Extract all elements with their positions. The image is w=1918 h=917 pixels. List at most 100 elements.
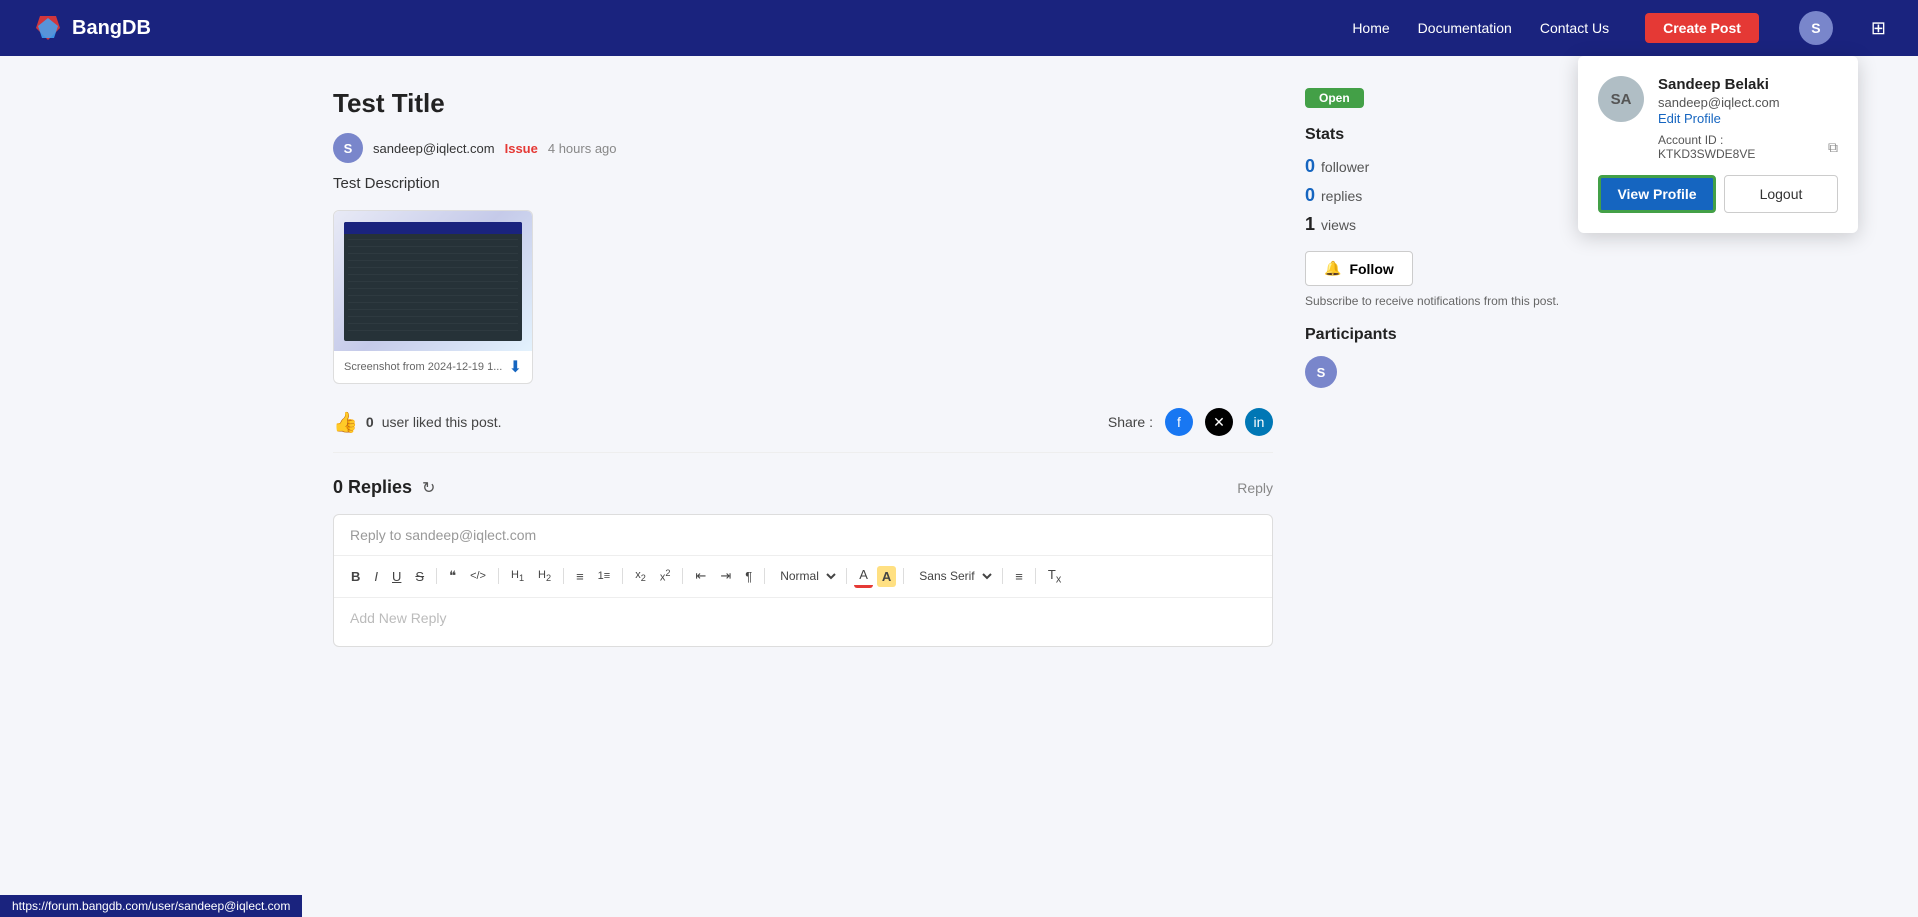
attachment-footer: Screenshot from 2024-12-19 1... ⬇: [334, 351, 532, 383]
toolbar-code[interactable]: </>: [465, 567, 491, 585]
replies-header: 0 Replies ↻ Reply: [333, 477, 1273, 498]
toolbar-underline[interactable]: U: [387, 566, 406, 587]
toolbar-sep-3: [563, 568, 564, 584]
share-linkedin-icon[interactable]: in: [1245, 408, 1273, 436]
follower-count: 0: [1305, 156, 1315, 177]
dropdown-name: Sandeep Belaki: [1658, 76, 1838, 93]
logout-button[interactable]: Logout: [1724, 175, 1838, 213]
toolbar-text-color[interactable]: A: [854, 564, 873, 588]
user-avatar[interactable]: S: [1799, 11, 1833, 45]
participants-title: Participants: [1305, 326, 1585, 344]
dropdown-avatar: SA: [1598, 76, 1644, 122]
toolbar-h2[interactable]: H2: [533, 566, 556, 586]
like-count: 0: [366, 414, 374, 430]
follower-label: follower: [1321, 159, 1369, 175]
share-x-icon[interactable]: ✕: [1205, 408, 1233, 436]
nav-contact-us[interactable]: Contact Us: [1540, 20, 1609, 36]
toolbar-bold[interactable]: B: [346, 566, 365, 587]
toolbar-blockquote[interactable]: ❝: [444, 565, 461, 587]
follow-button[interactable]: 🔔 Follow: [1305, 251, 1413, 286]
copy-icon[interactable]: ⧉: [1828, 139, 1838, 156]
stats-title: Stats: [1305, 126, 1585, 144]
reply-placeholder: Reply to sandeep@iqlect.com: [334, 515, 1272, 556]
toolbar-italic[interactable]: I: [369, 566, 383, 587]
content-area: Test Title S sandeep@iqlect.com Issue 4 …: [333, 88, 1273, 647]
replies-label: replies: [1321, 188, 1362, 204]
toolbar-align[interactable]: ≡: [1010, 566, 1028, 587]
like-share-row: 👍 0 user liked this post. Share : f ✕ in: [333, 408, 1273, 453]
toolbar-sep-8: [903, 568, 904, 584]
post-meta: S sandeep@iqlect.com Issue 4 hours ago: [333, 133, 1273, 163]
toolbar-h1[interactable]: H1: [506, 566, 529, 586]
dropdown-actions: View Profile Logout: [1598, 175, 1838, 213]
brand-logo-icon: [32, 12, 64, 44]
dropdown-email: sandeep@iqlect.com: [1658, 95, 1838, 110]
like-text: user liked this post.: [382, 414, 502, 430]
toolbar-ol[interactable]: 1≡: [593, 567, 616, 585]
nav-home[interactable]: Home: [1352, 20, 1389, 36]
follow-label: Follow: [1349, 261, 1393, 277]
toolbar-bg-color[interactable]: A: [877, 566, 896, 587]
like-icon[interactable]: 👍: [333, 410, 358, 435]
toolbar-sup[interactable]: x2: [655, 565, 676, 587]
toolbar-rtl[interactable]: ¶: [740, 566, 757, 587]
toolbar-sep-6: [764, 568, 765, 584]
toolbar-clear[interactable]: Tx: [1043, 564, 1066, 589]
grid-icon[interactable]: ⊞: [1871, 18, 1886, 39]
toolbar-font-select[interactable]: Sans Serif: [911, 566, 995, 586]
subscribe-text: Subscribe to receive notifications from …: [1305, 294, 1585, 308]
share-facebook-icon[interactable]: f: [1165, 408, 1193, 436]
toolbar-format-select[interactable]: Normal: [772, 566, 839, 586]
status-badge: Open: [1305, 88, 1364, 108]
replies-stat: 0 replies: [1305, 185, 1585, 206]
reply-box: Reply to sandeep@iqlect.com B I U S ❝ </…: [333, 514, 1273, 647]
follow-bell-icon: 🔔: [1324, 260, 1341, 277]
brand: BangDB: [32, 12, 151, 44]
post-tag[interactable]: Issue: [505, 141, 538, 156]
post-author-avatar: S: [333, 133, 363, 163]
edit-profile-link[interactable]: Edit Profile: [1658, 111, 1721, 126]
replies-title: 0 Replies: [333, 477, 412, 498]
like-section: 👍 0 user liked this post.: [333, 410, 502, 435]
refresh-icon[interactable]: ↻: [422, 478, 435, 498]
toolbar-sep-4: [622, 568, 623, 584]
download-icon[interactable]: ⬇: [509, 357, 522, 377]
dropdown-user-info: Sandeep Belaki sandeep@iqlect.com Edit P…: [1658, 76, 1838, 161]
attachment-image: [334, 211, 532, 351]
post-title: Test Title: [333, 88, 1273, 119]
attachment-name: Screenshot from 2024-12-19 1...: [344, 361, 502, 373]
reply-content-area[interactable]: Add New Reply: [334, 598, 1272, 646]
toolbar-sep-9: [1002, 568, 1003, 584]
post-author: sandeep@iqlect.com: [373, 141, 495, 156]
views-count: 1: [1305, 214, 1315, 235]
status-bar: https://forum.bangdb.com/user/sandeep@iq…: [0, 895, 302, 917]
follower-stat: 0 follower: [1305, 156, 1585, 177]
toolbar-sep-10: [1035, 568, 1036, 584]
participant-avatar: S: [1305, 356, 1337, 388]
toolbar-sep-2: [498, 568, 499, 584]
view-profile-button[interactable]: View Profile: [1598, 175, 1716, 213]
share-section: Share : f ✕ in: [1108, 408, 1273, 436]
brand-name: BangDB: [72, 17, 151, 40]
post-description: Test Description: [333, 175, 1273, 192]
nav-documentation[interactable]: Documentation: [1418, 20, 1512, 36]
navbar-links: Home Documentation Contact Us Create Pos…: [1352, 11, 1886, 45]
post-time: 4 hours ago: [548, 141, 617, 156]
replies-count: 0: [1305, 185, 1315, 206]
toolbar-sep-5: [682, 568, 683, 584]
create-post-button[interactable]: Create Post: [1645, 13, 1759, 43]
toolbar-indent-right[interactable]: ⇥: [715, 565, 736, 587]
attachment-card: Screenshot from 2024-12-19 1... ⬇: [333, 210, 533, 384]
user-dropdown: SA Sandeep Belaki sandeep@iqlect.com Edi…: [1578, 56, 1858, 233]
reply-link[interactable]: Reply: [1237, 480, 1273, 496]
share-label: Share :: [1108, 414, 1153, 430]
toolbar-sub[interactable]: x2: [630, 566, 651, 586]
toolbar-strikethrough[interactable]: S: [410, 566, 429, 587]
toolbar-sep-7: [846, 568, 847, 584]
dropdown-account-id: Account ID : KTKD3SWDE8VE ⧉: [1658, 133, 1838, 161]
screenshot-preview: [344, 222, 522, 341]
toolbar-indent-left[interactable]: ⇤: [690, 565, 711, 587]
toolbar-ul[interactable]: ≡: [571, 566, 589, 587]
reply-toolbar: B I U S ❝ </> H1 H2 ≡ 1≡ x2 x2 ⇤ ⇥ ¶: [334, 556, 1272, 598]
toolbar-sep-1: [436, 568, 437, 584]
